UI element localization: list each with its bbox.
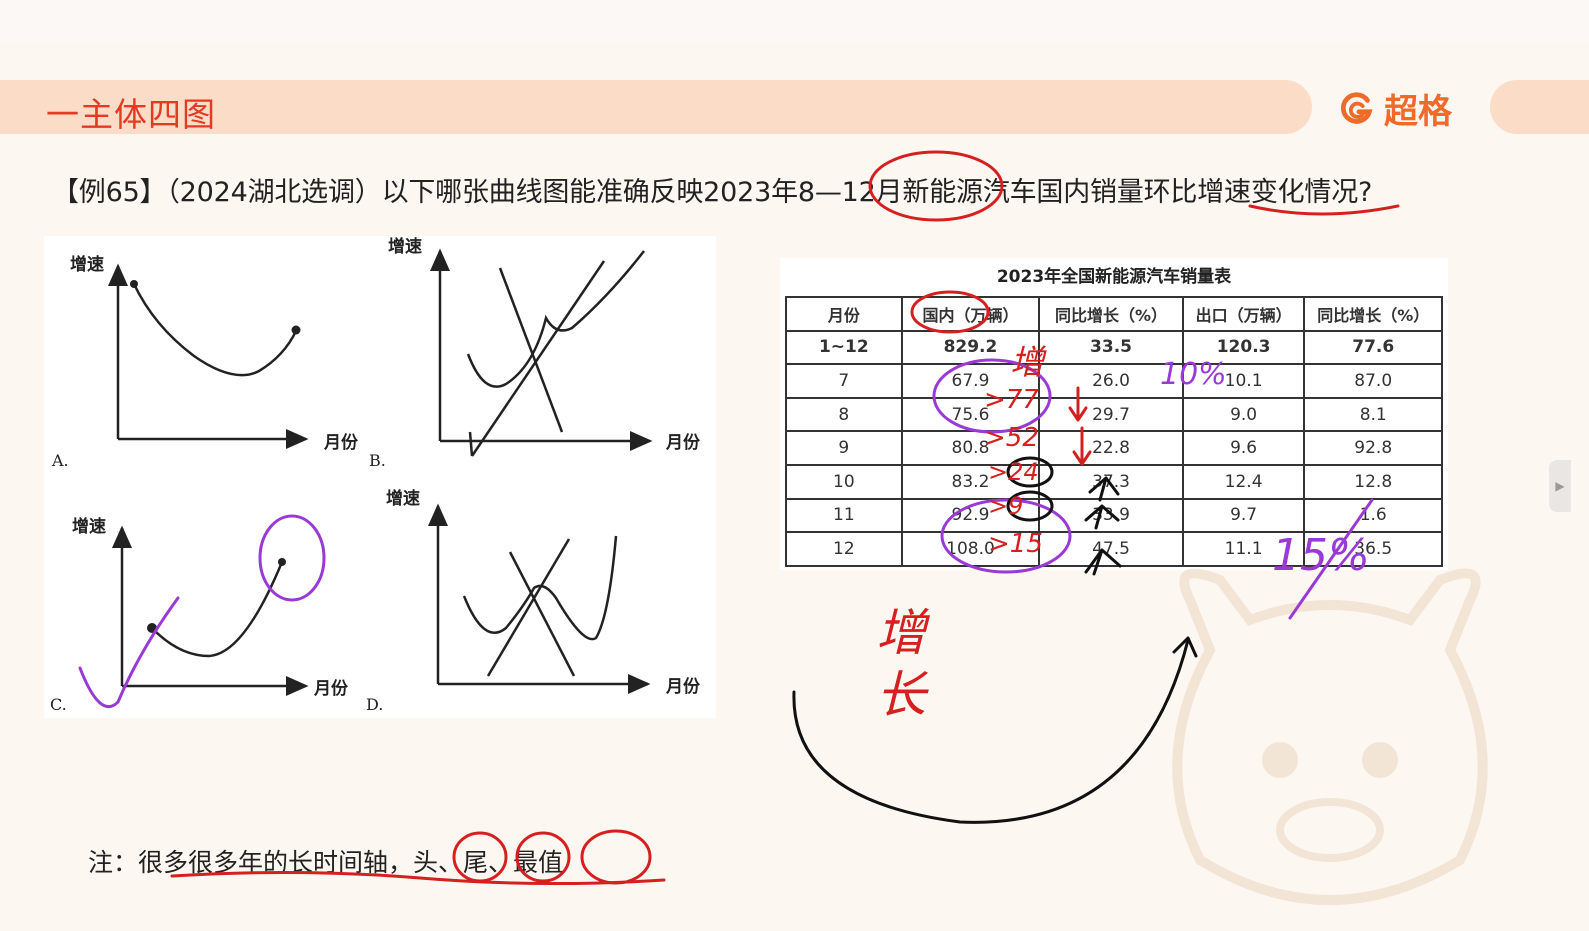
option-a-end-dot <box>291 325 301 335</box>
table-cell: 1~12 <box>785 329 903 366</box>
table-cell: 92.8 <box>1303 430 1443 466</box>
side-panel-toggle[interactable]: ▶ <box>1549 460 1571 512</box>
table-cell: 1.6 <box>1303 497 1443 534</box>
top-strip <box>0 0 1589 42</box>
table-cell: 108.0 <box>900 531 1041 567</box>
brand-name: 超格 <box>1384 91 1452 132</box>
header-right-band <box>1490 80 1589 134</box>
option-b-tick <box>468 431 474 457</box>
chevron-right-icon: ▶ <box>1555 479 1565 493</box>
option-d-label: D. <box>366 695 383 714</box>
mascot-watermark-icon <box>1172 568 1488 905</box>
table-cell: 12 <box>785 531 903 567</box>
table-row: 11 92.9 33.9 9.7 1.6 <box>785 497 1443 534</box>
table-cell: 120.3 <box>1181 329 1306 366</box>
option-c-label: C. <box>50 695 67 714</box>
col-header-export-yoy: 同比增长（%） <box>1303 296 1443 332</box>
table-cell: 7 <box>785 363 903 399</box>
table-cell: 83.2 <box>900 463 1041 500</box>
option-c-x-label: 月份 <box>313 678 349 699</box>
table-cell: 92.9 <box>900 497 1041 534</box>
table-cell: 33.5 <box>1038 329 1184 366</box>
table-cell: 9.0 <box>1181 396 1306 433</box>
option-a-x-label: 月份 <box>323 432 359 453</box>
table-cell: 75.6 <box>900 396 1041 433</box>
table-cell: 80.8 <box>900 430 1041 466</box>
col-header-domestic-yoy: 同比增长（%） <box>1038 296 1184 332</box>
table-cell: 10 <box>785 463 903 500</box>
table-cell: 8 <box>785 396 903 433</box>
table-row: 9 80.8 22.8 9.6 92.8 <box>785 430 1443 466</box>
table-cell: 26.0 <box>1038 363 1184 399</box>
option-a-y-label: 增速 <box>70 254 104 275</box>
option-b-rising-line <box>470 260 606 457</box>
option-d-y-label: 增速 <box>386 488 420 509</box>
col-header-export: 出口（万辆） <box>1181 296 1306 332</box>
handwritten-note-2: 长 <box>876 666 929 724</box>
option-b-y-label: 增速 <box>388 236 422 257</box>
option-c-start-dot <box>147 623 157 633</box>
option-b-curve <box>466 250 645 388</box>
table-cell: 87.0 <box>1303 363 1443 399</box>
option-c-chart: 增速 月份 C. <box>50 516 349 714</box>
option-c-curve <box>151 561 284 658</box>
table-cell: 9.7 <box>1181 497 1306 534</box>
table-cell: 12.8 <box>1303 463 1443 500</box>
option-d-x-label: 月份 <box>665 676 701 697</box>
option-a-start-dot <box>130 280 138 288</box>
table-row: 7 67.9 26.0 10.1 87.0 <box>785 363 1443 399</box>
table-cell: 11 <box>785 497 903 534</box>
option-b-x-label: 月份 <box>665 432 701 453</box>
option-c-y-label: 增速 <box>72 516 106 537</box>
table-cell: 77.6 <box>1303 329 1443 366</box>
brand: 超格 <box>1338 86 1452 132</box>
table-cell: 10.1 <box>1181 363 1306 399</box>
col-header-month: 月份 <box>785 296 903 332</box>
option-d-rising-line <box>486 538 571 677</box>
sales-table-panel: 2023年全国新能源汽车销量表 月份 国内（万辆） 同比增长（%） 出口（万辆）… <box>780 258 1448 570</box>
option-a-curve <box>132 283 298 377</box>
option-charts: 增速 月份 A. 增速 月份 B. 增速 月份 C. 增速 月份 D. <box>44 236 716 718</box>
option-c-end-dot <box>278 558 286 566</box>
footnote: 注：很多很多年的长时间轴，头、尾、最值 <box>88 848 564 877</box>
option-a-chart: 增速 月份 A. <box>51 254 359 470</box>
table-cell: 8.1 <box>1303 396 1443 433</box>
table-cell: 29.7 <box>1038 396 1184 433</box>
option-charts-svg: 增速 月份 A. 增速 月份 B. 增速 月份 C. 增速 月份 D. <box>50 236 701 714</box>
page-title: 一主体四图 <box>46 95 216 134</box>
table-row: 10 83.2 37.3 12.4 12.8 <box>785 463 1443 500</box>
table-cell: 22.8 <box>1038 430 1184 466</box>
option-d-falling-line <box>508 551 576 677</box>
g-swirl-logo-icon <box>1340 92 1373 124</box>
table-cell: 9 <box>785 430 903 466</box>
question-text: 【例65】（2024湖北选调）以下哪张曲线图能准确反映2023年8—12月新能源… <box>52 177 1373 208</box>
option-b-falling-line <box>498 267 564 433</box>
table-title: 2023年全国新能源汽车销量表 <box>996 267 1232 287</box>
table-cell: 829.2 <box>900 329 1041 366</box>
option-b-label: B. <box>369 451 386 470</box>
table-row: 1~12 829.2 33.5 120.3 77.6 <box>785 329 1443 366</box>
table-cell: 33.9 <box>1038 497 1184 534</box>
option-a-label: A. <box>51 451 69 470</box>
option-d-chart: 增速 月份 D. <box>366 488 701 714</box>
table-cell: 12.4 <box>1181 463 1306 500</box>
table-row: 8 75.6 29.7 9.0 8.1 <box>785 396 1443 433</box>
table-cell: 67.9 <box>900 363 1041 399</box>
sales-table: 月份 国内（万辆） 同比增长（%） 出口（万辆） 同比增长（%） 1~12 82… <box>785 296 1443 567</box>
table-cell: 9.6 <box>1181 430 1306 466</box>
table-header-row: 月份 国内（万辆） 同比增长（%） 出口（万辆） 同比增长（%） <box>785 296 1443 332</box>
handwritten-note-1: 增 <box>876 604 931 662</box>
col-header-domestic: 国内（万辆） <box>900 296 1041 332</box>
option-b-chart: 增速 月份 B. <box>369 236 701 470</box>
table-cell: 37.3 <box>1038 463 1184 500</box>
circle-extreme <box>580 829 652 885</box>
